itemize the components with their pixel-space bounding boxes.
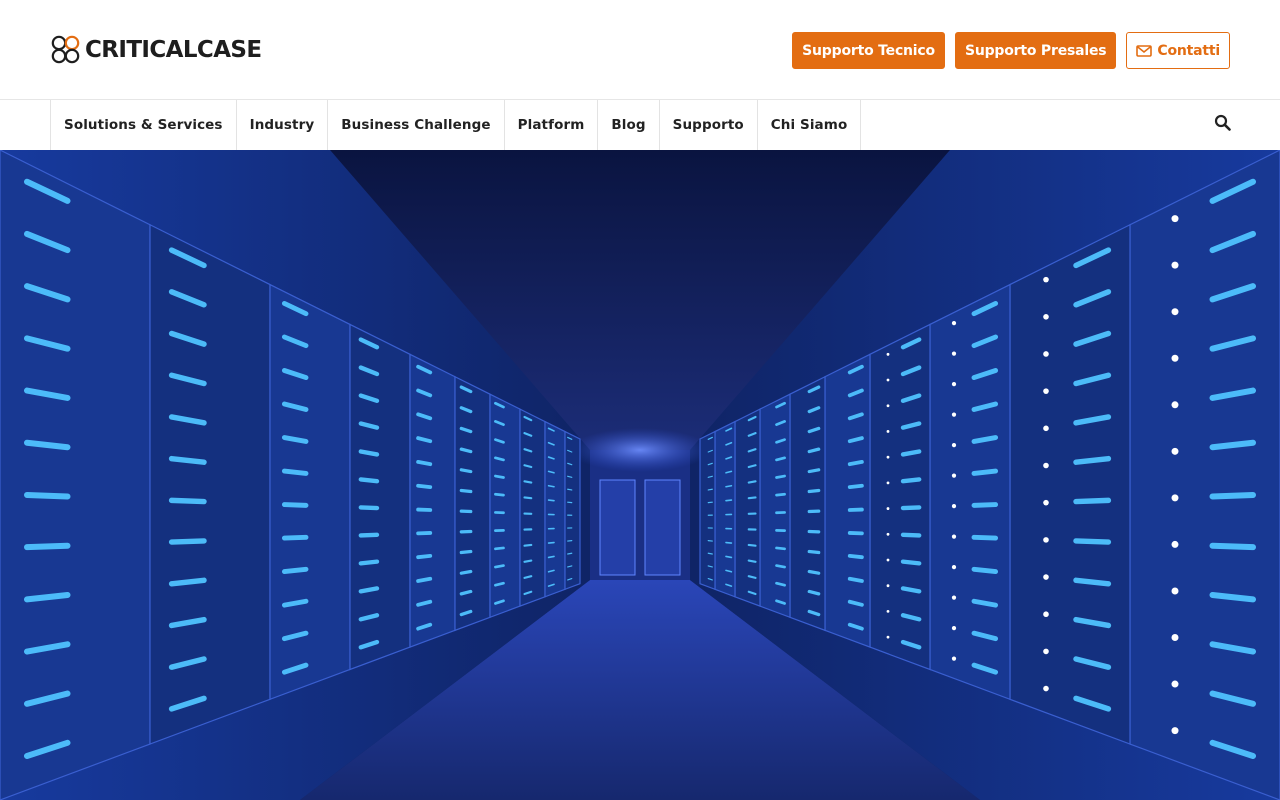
supporto-presales-button[interactable]: Supporto Presales bbox=[954, 32, 1117, 69]
nav-item-supporto[interactable]: Supporto bbox=[660, 100, 758, 150]
logo-text: CRITICALCASE bbox=[85, 37, 262, 63]
nav-item-platform[interactable]: Platform bbox=[505, 100, 599, 150]
nav-item-industry[interactable]: Industry bbox=[237, 100, 329, 150]
nav-item-chi-siamo[interactable]: Chi Siamo bbox=[758, 100, 862, 150]
contatti-label: Contatti bbox=[1157, 42, 1220, 59]
logo[interactable]: CRITICALCASE bbox=[50, 34, 262, 66]
site-header: CRITICALCASE Supporto Tecnico Supporto P… bbox=[0, 0, 1280, 100]
nav-item-blog[interactable]: Blog bbox=[598, 100, 660, 150]
main-navigation: Solutions & Services Industry Business C… bbox=[0, 100, 1280, 150]
mail-icon bbox=[1136, 44, 1153, 57]
header-actions: Supporto Tecnico Supporto Presales Conta… bbox=[792, 32, 1230, 69]
search-icon[interactable] bbox=[1214, 114, 1232, 132]
nav-item-solutions-services[interactable]: Solutions & Services bbox=[51, 100, 237, 150]
logo-icon bbox=[51, 35, 80, 64]
hero-banner bbox=[0, 150, 1280, 800]
supporto-tecnico-button[interactable]: Supporto Tecnico bbox=[792, 32, 945, 69]
nav-menu: Solutions & Services Industry Business C… bbox=[50, 100, 862, 150]
contatti-button[interactable]: Contatti bbox=[1126, 32, 1230, 69]
nav-item-business-challenge[interactable]: Business Challenge bbox=[328, 100, 505, 150]
hero-image bbox=[0, 150, 1280, 800]
